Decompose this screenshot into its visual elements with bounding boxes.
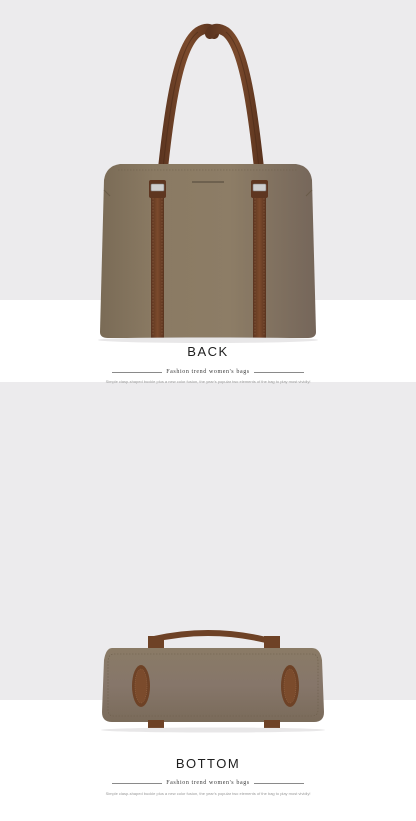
- back-title: BACK: [187, 344, 229, 359]
- bottom-description: Simple clasp-shaped buckle plus a new co…: [105, 791, 311, 796]
- back-description: Simple clasp-shaped buckle plus a new co…: [105, 379, 311, 384]
- bottom-title: BOTTOM: [175, 756, 241, 771]
- bottom-subtitle: Fashion trend women's bags: [162, 780, 254, 786]
- bottom-view-panel: [0, 382, 416, 700]
- back-view-panel: [0, 0, 416, 300]
- bottom-subtitle-row: Fashion trend women's bags: [0, 779, 416, 787]
- back-subtitle-row: Fashion trend women's bags: [0, 368, 416, 376]
- back-subtitle: Fashion trend women's bags: [162, 369, 254, 375]
